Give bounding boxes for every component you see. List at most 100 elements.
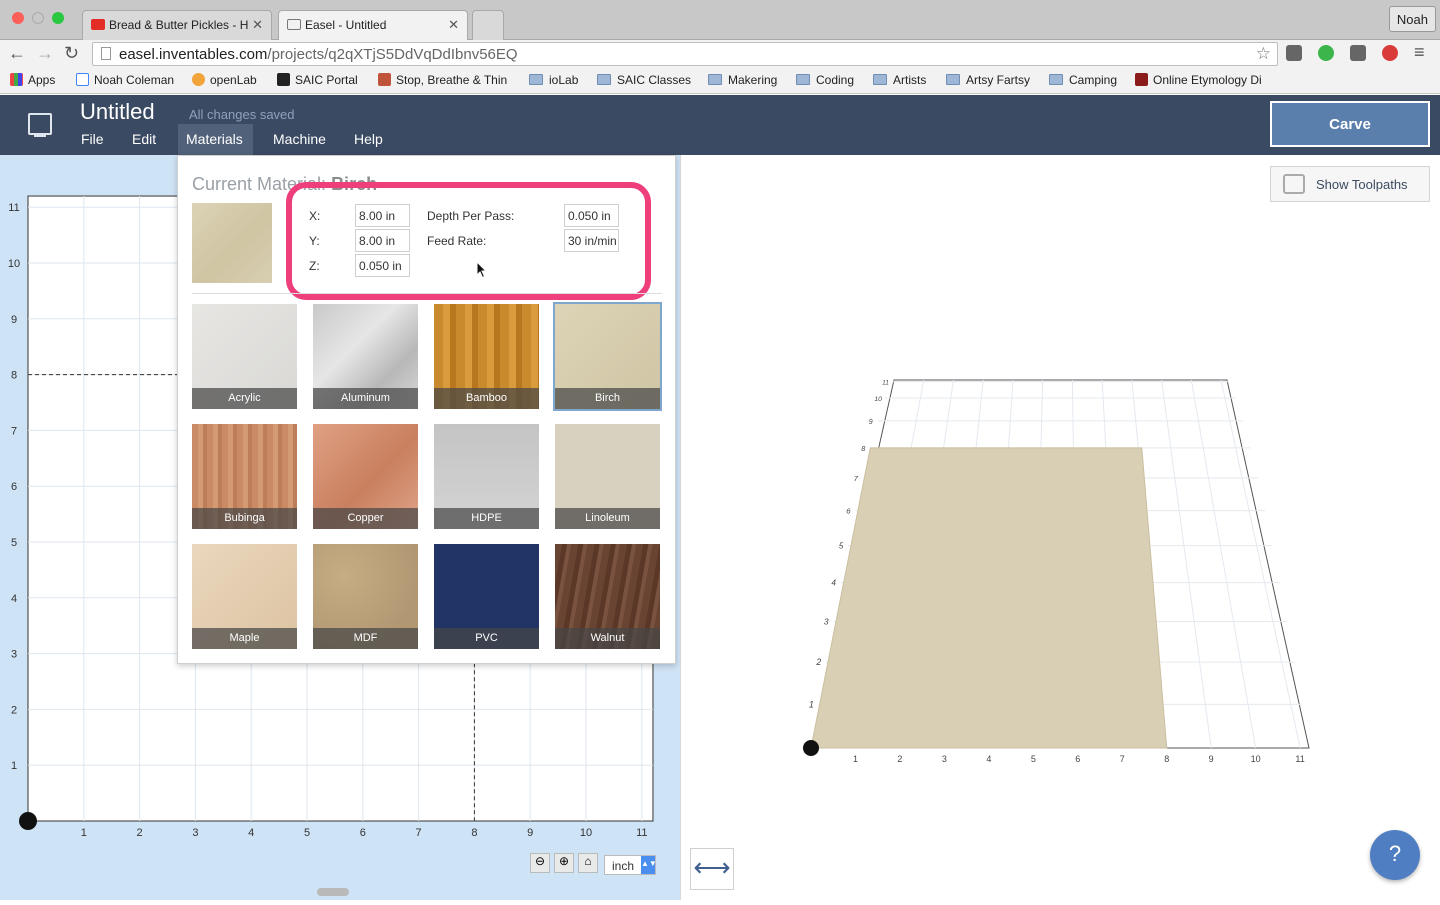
y-tick-label: 5 <box>11 537 17 549</box>
x-tick-label-3d: 1 <box>853 754 858 764</box>
forward-arrow-icon[interactable]: → <box>36 43 54 64</box>
profile-button[interactable]: Noah <box>1388 6 1436 32</box>
easel-logo-icon[interactable] <box>28 113 52 137</box>
reload-icon[interactable]: ↻ <box>64 43 79 64</box>
project-title[interactable]: Untitled <box>80 99 155 125</box>
carve-button[interactable]: Carve <box>1270 101 1430 147</box>
horizontal-scrollbar[interactable] <box>317 888 349 896</box>
new-tab-button[interactable] <box>472 10 504 40</box>
site-icon <box>378 73 391 86</box>
material-tile-birch[interactable]: Birch <box>553 302 662 411</box>
bookmark-iolab[interactable]: ioLab <box>529 73 578 87</box>
bookmark-star-icon[interactable]: ☆ <box>1256 44 1271 64</box>
y-tick-label-3d: 9 <box>869 419 873 426</box>
y-tick-label-3d: 4 <box>831 579 836 588</box>
show-toolpaths-button[interactable]: Show Toolpaths <box>1270 166 1430 202</box>
materials-dropdown: Current Material: Birch X: 8.00 in Y: 8.… <box>177 155 676 664</box>
back-arrow-icon[interactable]: ← <box>8 43 26 64</box>
x-tick-label-3d: 4 <box>986 754 991 764</box>
google-icon <box>76 73 89 86</box>
app-header: Untitled All changes saved File Edit Mat… <box>0 95 1440 155</box>
zoom-in-icon[interactable]: ⊕ <box>554 853 574 873</box>
pocket-icon[interactable] <box>1350 45 1366 61</box>
minimize-window-button[interactable] <box>32 12 44 24</box>
x-tick-label: 1 <box>81 827 87 839</box>
y-tick-label-3d: 8 <box>861 444 865 453</box>
preview-3d[interactable]: 1 2 3 4 5 6 7 8 9 10 111234567891011 <box>681 155 1440 900</box>
material-tile-hdpe[interactable]: HDPE <box>434 424 539 529</box>
page-icon <box>101 47 111 60</box>
menu-edit[interactable]: Edit <box>126 124 162 155</box>
folder-icon <box>1049 74 1063 85</box>
chrome-menu-icon[interactable]: ≡ <box>1414 42 1425 63</box>
zoom-out-icon[interactable]: ⊖ <box>530 853 550 873</box>
y-tick-label: 8 <box>11 370 17 382</box>
bookmark-openlab[interactable]: openLab <box>192 73 257 87</box>
browser-tab-easel[interactable]: Easel - Untitled ✕ <box>278 10 468 40</box>
close-window-button[interactable] <box>12 12 24 24</box>
x-tick-label-3d: 3 <box>942 754 947 764</box>
y-tick-label: 6 <box>11 481 17 493</box>
material-tile-pvc[interactable]: PVC <box>434 544 539 649</box>
menu-machine[interactable]: Machine <box>267 124 332 155</box>
bookmark-artsy-fartsy[interactable]: Artsy Fartsy <box>946 73 1030 87</box>
y-tick-label: 1 <box>11 760 17 772</box>
bookmark-coding[interactable]: Coding <box>796 73 854 87</box>
folder-icon <box>946 74 960 85</box>
y-tick-label-3d: 6 <box>846 507 851 516</box>
material-tile-linoleum[interactable]: Linoleum <box>555 424 660 529</box>
bookmark-saic-classes[interactable]: SAIC Classes <box>597 73 691 87</box>
home-icon[interactable]: ⌂ <box>578 853 598 873</box>
bookmark-etymology[interactable]: Online Etymology Di <box>1135 73 1265 87</box>
bookmark-makering[interactable]: Makering <box>708 73 777 87</box>
bookmark-saic-portal[interactable]: SAIC Portal <box>277 73 358 87</box>
x-tick-label-3d: 6 <box>1075 754 1080 764</box>
origin-marker <box>19 812 37 830</box>
material-tile-bubinga[interactable]: Bubinga <box>192 424 297 529</box>
y-tick-label: 3 <box>11 649 17 661</box>
browser-tab-pickles[interactable]: Bread & Butter Pickles - H ✕ <box>82 10 272 40</box>
bookmark-camping[interactable]: Camping <box>1049 73 1117 87</box>
browser-toolbar: ← → ↻ easel.inventables.com/projects/q2q… <box>0 40 1440 68</box>
bookmark-noah-coleman[interactable]: Noah Coleman <box>76 73 174 87</box>
x-tick-label-3d: 10 <box>1251 754 1261 764</box>
address-bar[interactable]: easel.inventables.com/projects/q2qXTjS5D… <box>92 42 1278 66</box>
bookmark-artists[interactable]: Artists <box>873 73 926 87</box>
saic-icon <box>277 73 290 86</box>
evernote-icon[interactable] <box>1318 45 1334 61</box>
material-tile-maple[interactable]: Maple <box>192 544 297 649</box>
material-tile-walnut[interactable]: Walnut <box>555 544 660 649</box>
close-tab-icon[interactable]: ✕ <box>252 17 263 33</box>
x-tick-label-3d: 9 <box>1209 754 1214 764</box>
material-tile-bamboo[interactable]: Bamboo <box>434 304 539 409</box>
unit-select[interactable]: inch ▲▼ <box>604 855 657 875</box>
toolpaths-icon <box>1283 174 1305 194</box>
material-tile-mdf[interactable]: MDF <box>313 544 418 649</box>
material-tile-aluminum[interactable]: Aluminum <box>313 304 418 409</box>
x-tick-label: 11 <box>636 827 647 839</box>
menu-file[interactable]: File <box>75 124 110 155</box>
folder-icon <box>708 74 722 85</box>
menu-materials[interactable]: Materials <box>178 124 253 155</box>
annotation-highlight <box>286 182 651 300</box>
material-tile-copper[interactable]: Copper <box>313 424 418 529</box>
menu-help[interactable]: Help <box>348 124 389 155</box>
bookmark-stop-breathe[interactable]: Stop, Breathe & Thin <box>378 73 514 87</box>
swap-view-button[interactable]: ⟷ <box>690 848 734 890</box>
x-tick-label: 8 <box>471 827 477 839</box>
x-tick-label: 7 <box>416 827 422 839</box>
adblock-icon[interactable] <box>1382 45 1398 61</box>
bookmark-apps[interactable]: Apps <box>10 73 55 87</box>
chevron-updown-icon: ▲▼ <box>641 856 657 874</box>
close-tab-icon[interactable]: ✕ <box>448 17 459 33</box>
chat-help-icon: ? <box>1388 841 1402 866</box>
y-tick-label: 11 <box>8 202 19 214</box>
extension-icon[interactable] <box>1286 45 1302 61</box>
y-tick-label: 4 <box>11 593 17 605</box>
x-tick-label: 6 <box>360 827 366 839</box>
help-chat-button[interactable]: ? <box>1370 830 1420 880</box>
x-tick-label: 4 <box>248 827 254 839</box>
y-tick-label: 10 <box>8 258 20 270</box>
material-tile-acrylic[interactable]: Acrylic <box>192 304 297 409</box>
maximize-window-button[interactable] <box>52 12 64 24</box>
